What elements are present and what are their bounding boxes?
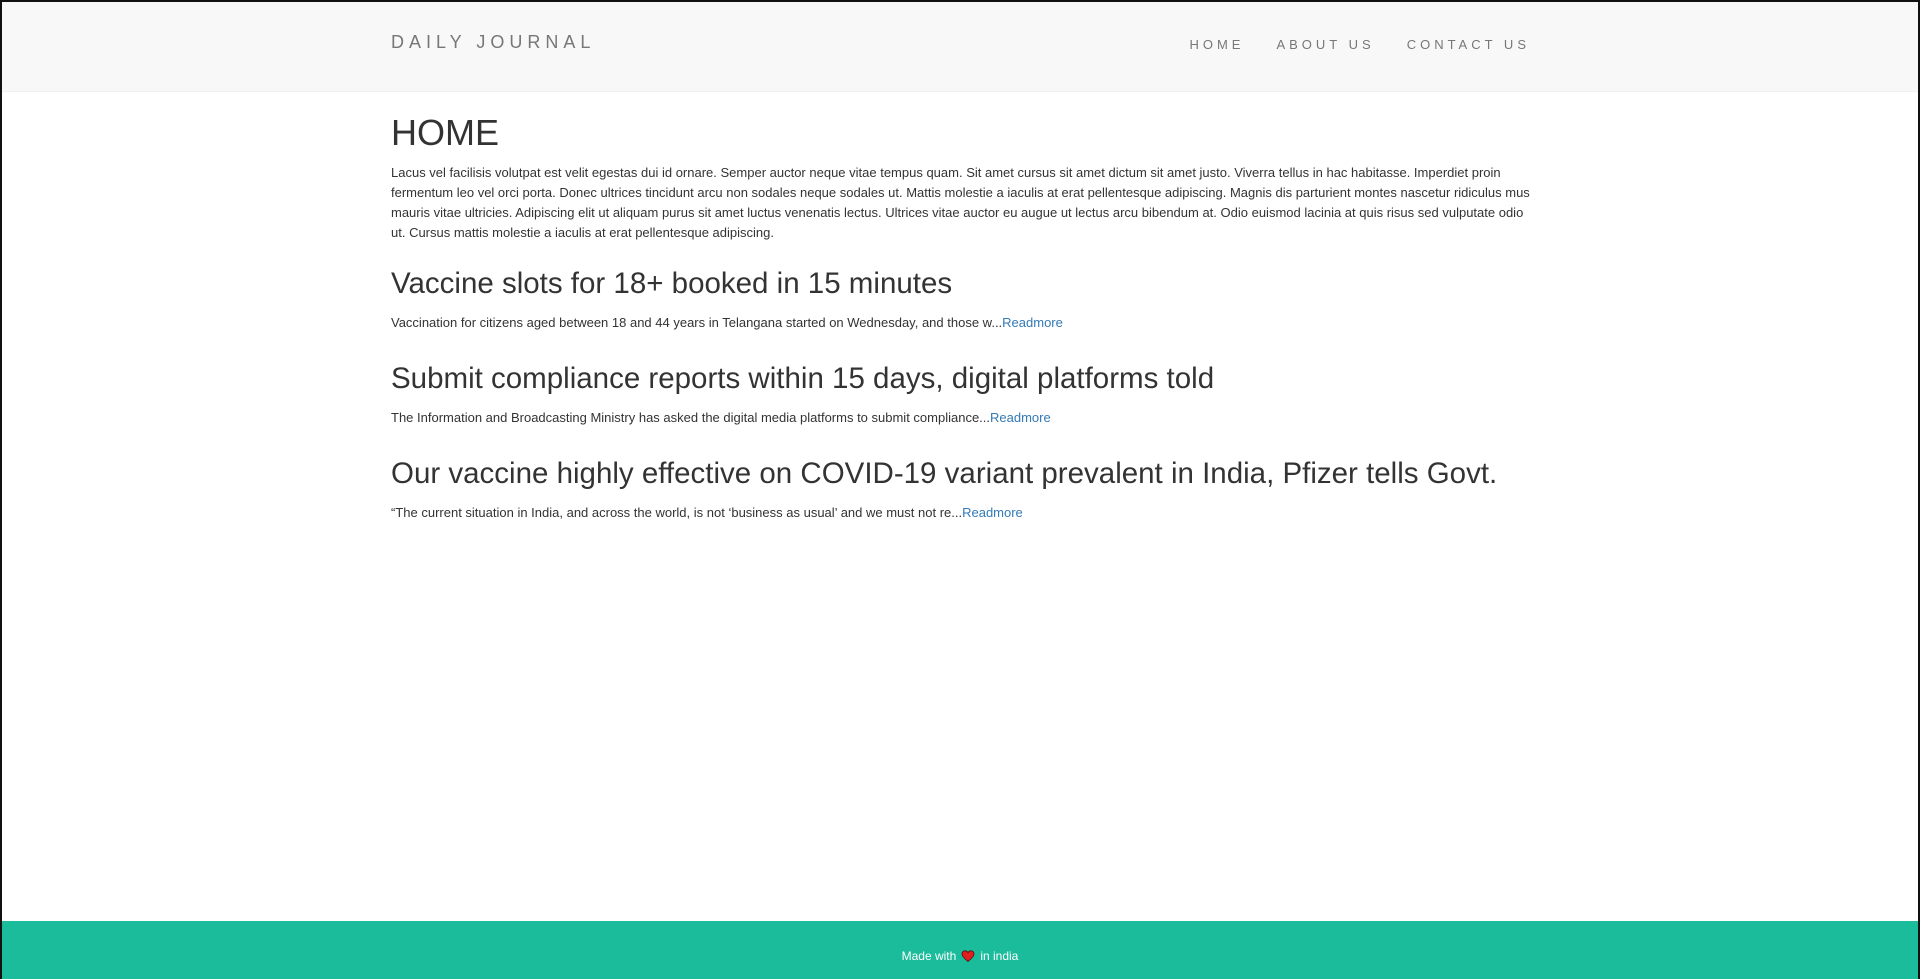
nav-link-contact-us[interactable]: CONTACT US xyxy=(1407,37,1530,52)
post-item: Submit compliance reports within 15 days… xyxy=(391,362,1531,427)
post-title: Our vaccine highly effective on COVID-19… xyxy=(391,457,1498,490)
post-excerpt-text: “The current situation in India, and acr… xyxy=(391,505,963,520)
page-title: HOME xyxy=(391,112,499,153)
post-excerpt: “The current situation in India, and acr… xyxy=(391,504,1531,522)
footer-text-after: in india xyxy=(980,949,1019,963)
brand-logo-link[interactable]: DAILY JOURNAL xyxy=(391,32,595,53)
nav-item-home: HOME xyxy=(1189,36,1244,54)
browser-viewport: DAILY JOURNAL HOME ABOUT US CONTACT US H… xyxy=(0,0,1920,979)
intro-paragraph: Lacus vel facilisis volutpat est velit e… xyxy=(391,165,1530,240)
footer-text-before: Made with xyxy=(901,949,957,963)
post-item: Our vaccine highly effective on COVID-19… xyxy=(391,457,1531,522)
main-content: HOME Lacus vel facilisis volutpat est ve… xyxy=(391,112,1531,552)
readmore-link[interactable]: Readmore xyxy=(962,505,1023,520)
post-title: Vaccine slots for 18+ booked in 15 minut… xyxy=(391,267,953,300)
post-item: Vaccine slots for 18+ booked in 15 minut… xyxy=(391,267,1531,332)
post-excerpt: Vaccination for citizens aged between 18… xyxy=(391,314,1531,332)
page-footer: Made with in india xyxy=(2,921,1918,979)
nav-link-about-us[interactable]: ABOUT US xyxy=(1276,37,1374,52)
post-excerpt: The Information and Broadcasting Ministr… xyxy=(391,409,1531,427)
nav-item-about: ABOUT US xyxy=(1276,36,1374,54)
post-excerpt-text: The Information and Broadcasting Ministr… xyxy=(391,410,991,425)
nav-menu: HOME ABOUT US CONTACT US xyxy=(1189,36,1530,54)
nav-item-contact: CONTACT US xyxy=(1407,36,1530,54)
readmore-link[interactable]: Readmore xyxy=(990,410,1051,425)
heart-icon xyxy=(961,950,975,963)
readmore-link[interactable]: Readmore xyxy=(1002,315,1063,330)
nav-link-home[interactable]: HOME xyxy=(1189,37,1244,52)
top-navbar: DAILY JOURNAL HOME ABOUT US CONTACT US xyxy=(2,2,1918,92)
footer-credit: Made with in india xyxy=(902,949,1019,963)
post-title: Submit compliance reports within 15 days… xyxy=(391,362,1215,395)
post-excerpt-text: Vaccination for citizens aged between 18… xyxy=(391,315,1003,330)
